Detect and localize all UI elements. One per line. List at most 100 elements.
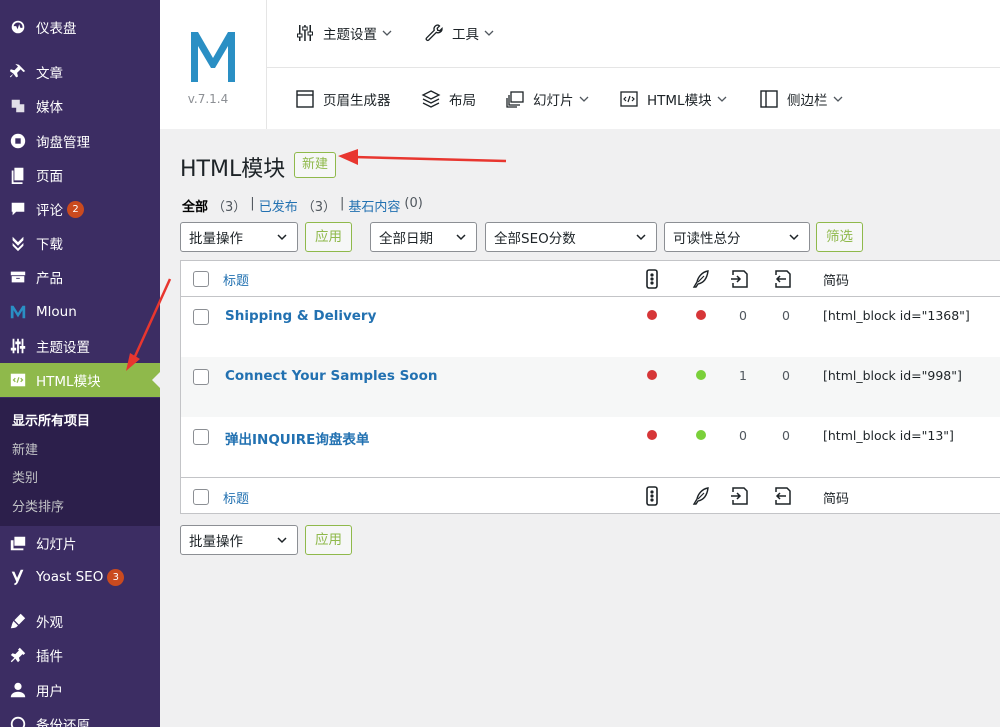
select-value: 全部日期 — [379, 231, 433, 247]
row-checkbox[interactable] — [193, 309, 209, 325]
row-checkbox[interactable] — [193, 429, 209, 445]
apply-button-top[interactable]: 应用 — [305, 222, 352, 252]
sidebar-item-slides[interactable]: 幻灯片 — [0, 526, 160, 560]
column-shortcode-header: 简码 — [823, 274, 850, 289]
column-shortcode-footer: 简码 — [823, 492, 850, 507]
select-all-checkbox-footer[interactable] — [193, 489, 209, 505]
sidebar-item-label: 外观 — [36, 615, 63, 631]
theme-nav-row-2: 页眉生成器 布局 幻灯片 HTML模块 侧边栏 — [267, 69, 1000, 129]
sidebar-item-comments[interactable]: 评论 2 — [0, 192, 160, 226]
bulk-action-select-bottom[interactable]: 批量操作 — [180, 525, 298, 555]
sidebar-item-html-block[interactable]: HTML模块 — [0, 363, 160, 397]
chevron-down-icon — [456, 234, 466, 241]
readability-select[interactable]: 可读性总分 — [664, 222, 810, 252]
outgoing-links-count: 1 — [739, 368, 747, 383]
apply-button-bottom[interactable]: 应用 — [305, 525, 352, 555]
nav-slides[interactable]: 幻灯片 — [505, 89, 590, 109]
sidebar-item-appearance[interactable]: 外观 — [0, 604, 160, 638]
sidebar-item-products[interactable]: 产品 — [0, 260, 160, 294]
table-row: Connect Your Samples Soon 1 0 [html_bloc… — [181, 357, 1000, 417]
incoming-links-count: 0 — [782, 428, 790, 443]
page-icon — [8, 165, 28, 185]
yoast-count-badge: 3 — [107, 568, 125, 586]
chevron-down-icon — [833, 96, 842, 102]
select-value: 全部SEO分数 — [494, 231, 576, 247]
sidebar-item-mloun[interactable]: Mloun — [0, 295, 160, 329]
sidebar-item-posts[interactable]: 文章 — [0, 55, 160, 89]
incoming-links-count: 0 — [782, 368, 790, 383]
html-block-icon — [8, 370, 28, 390]
theme-nav-row-1: 主题设置 工具 — [267, 0, 1000, 68]
sidebar-item-yoast-seo[interactable]: Yoast SEO 3 — [0, 560, 160, 594]
seo-score-dot — [647, 430, 657, 440]
sidebar-item-theme-settings[interactable]: 主题设置 — [0, 329, 160, 363]
sidebar-item-users[interactable]: 用户 — [0, 673, 160, 707]
submenu-categories[interactable]: 类别 — [12, 467, 38, 486]
row-checkbox[interactable] — [193, 369, 209, 385]
chevron-down-icon — [579, 96, 588, 102]
column-title-footer[interactable]: 标题 — [223, 488, 249, 507]
nav-tools[interactable]: 工具 — [424, 23, 495, 43]
html-block-table: 标题 简码 Shipping & Delivery 0 0 [html_bloc… — [180, 260, 1000, 514]
filter-separator: | — [250, 196, 255, 211]
sidebar-item-label: Mloun — [36, 304, 77, 320]
chevron-down-icon — [277, 537, 287, 544]
nav-sidebars[interactable]: 侧边栏 — [759, 89, 844, 109]
shortcode-value: [html_block id="1368"] — [823, 308, 970, 323]
sidebar-item-backup[interactable]: 备份还原 — [0, 707, 160, 727]
nav-theme-settings[interactable]: 主题设置 — [295, 23, 393, 43]
nav-layout[interactable]: 布局 — [421, 89, 476, 109]
comment-count-badge: 2 — [67, 200, 84, 218]
seo-score-column-icon — [642, 269, 662, 289]
column-title-header[interactable]: 标题 — [223, 270, 249, 289]
dashboard-icon — [8, 17, 28, 37]
seo-score-dot — [647, 310, 657, 320]
sidebar-item-plugins[interactable]: 插件 — [0, 638, 160, 672]
submenu-add-new[interactable]: 新建 — [12, 439, 38, 458]
user-icon — [8, 680, 28, 700]
bulk-action-select-top[interactable]: 批量操作 — [180, 222, 298, 252]
product-icon — [8, 267, 28, 287]
table-row: Shipping & Delivery 0 0 [html_block id="… — [181, 297, 1000, 357]
slides-icon — [506, 91, 524, 108]
filter-all[interactable]: 全部 — [182, 196, 208, 215]
table-header: 标题 简码 — [181, 261, 1000, 297]
yoast-icon — [8, 567, 28, 587]
date-filter-select[interactable]: 全部日期 — [370, 222, 477, 252]
nav-html-block[interactable]: HTML模块 — [619, 89, 728, 109]
seo-score-select[interactable]: 全部SEO分数 — [485, 222, 657, 252]
chevron-down-icon — [789, 234, 799, 241]
sidebar-item-pages[interactable]: 页面 — [0, 158, 160, 192]
sidebar-item-media[interactable]: 媒体 — [0, 89, 160, 123]
outgoing-links-count: 0 — [739, 428, 747, 443]
sidebar-item-label: 媒体 — [36, 100, 63, 116]
backup-icon — [8, 714, 28, 727]
status-filter-links: 全部 （3） | 已发布 （3） | 基石内容 (0) — [182, 196, 423, 215]
add-new-button[interactable]: 新建 — [294, 152, 337, 178]
theme-options-header: v.7.1.4 主题设置 工具 页眉生成器 布局 幻灯片 HTML模块 侧边栏 — [160, 0, 1000, 129]
filter-cornerstone-count: (0) — [404, 196, 423, 211]
sidebar-item-dashboard[interactable]: 仪表盘 — [0, 10, 160, 44]
sidebar-item-inquiry[interactable]: 询盘管理 — [0, 124, 160, 158]
submenu-all-items[interactable]: 显示所有项目 — [12, 410, 90, 429]
submenu-category-order[interactable]: 分类排序 — [12, 496, 64, 515]
filter-button[interactable]: 筛选 — [816, 222, 863, 252]
row-title-link[interactable]: 弹出INQUIRE询盘表单 — [225, 428, 369, 448]
nav-header-builder[interactable]: 页眉生成器 — [295, 89, 391, 109]
sliders-icon — [297, 25, 313, 41]
row-title-link[interactable]: Connect Your Samples Soon — [225, 368, 437, 384]
sidebar-item-download[interactable]: 下载 — [0, 226, 160, 260]
filter-published[interactable]: 已发布 — [259, 196, 298, 215]
row-title-link[interactable]: Shipping & Delivery — [225, 308, 376, 324]
readability-score-dot — [696, 430, 706, 440]
sidebar-item-label: 插件 — [36, 649, 63, 665]
select-all-checkbox[interactable] — [193, 271, 209, 287]
sidebar-item-label: 下载 — [36, 237, 63, 253]
filter-cornerstone[interactable]: 基石内容 — [348, 196, 400, 215]
nav-label: 幻灯片 — [533, 93, 574, 109]
html-block-icon — [620, 91, 638, 107]
media-icon — [8, 96, 28, 116]
incoming-links-column-icon — [772, 486, 792, 506]
readability-column-icon — [691, 269, 711, 289]
pin-icon — [8, 62, 28, 82]
